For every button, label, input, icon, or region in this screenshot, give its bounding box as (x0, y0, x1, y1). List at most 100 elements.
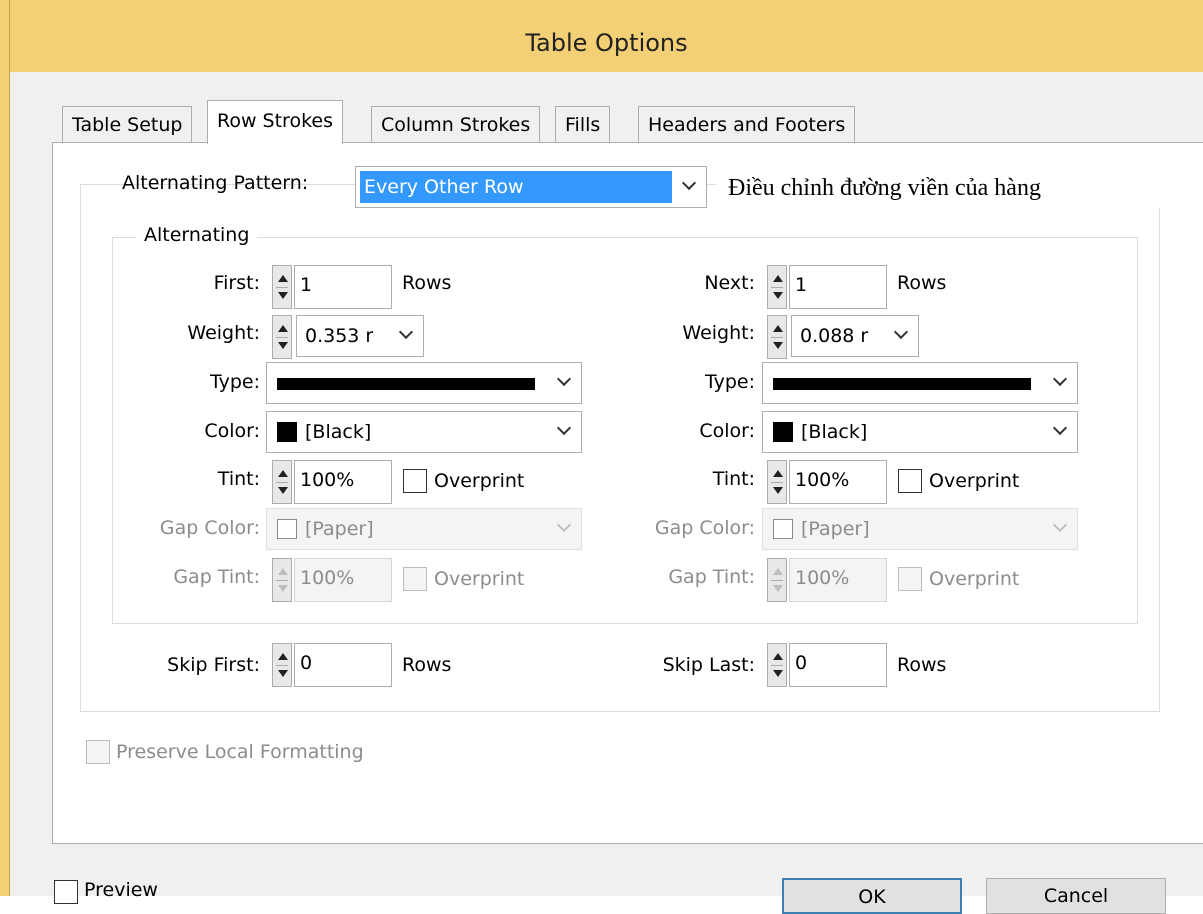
alternating-pattern-label: Alternating Pattern: (122, 172, 309, 194)
overprint-checkbox[interactable] (403, 469, 427, 493)
up-arrow-icon[interactable] (278, 275, 288, 282)
up-arrow-icon[interactable] (278, 653, 288, 660)
down-arrow-icon[interactable] (773, 292, 783, 299)
alternating-pattern-value: Every Other Row (360, 171, 672, 203)
gap-color-label: Gap Color: (159, 517, 260, 539)
up-arrow-icon[interactable] (773, 653, 783, 660)
skip-last-stepper[interactable] (767, 643, 787, 687)
down-arrow-icon[interactable] (773, 342, 783, 349)
gap-overprint-label-right: Overprint (929, 568, 1020, 590)
first-input[interactable]: 1 (294, 265, 392, 309)
down-arrow-icon[interactable] (278, 342, 288, 349)
gap-tint-stepper-right[interactable] (767, 558, 787, 602)
skip-first-input[interactable]: 0 (294, 643, 392, 687)
tab-headers-and-footers[interactable]: Headers and Footers (638, 106, 856, 142)
ok-button[interactable]: OK (782, 878, 962, 914)
alternating-pattern-select[interactable]: Every Other Row (355, 166, 707, 208)
up-arrow-icon[interactable] (773, 325, 783, 332)
chevron-down-icon (556, 371, 572, 387)
type-label: Type: (209, 371, 260, 393)
weight-stepper-right[interactable] (767, 315, 787, 359)
gap-color-value: [Paper] (305, 518, 374, 540)
type-select-right[interactable] (762, 362, 1078, 404)
weight-label-right: Weight: (682, 322, 755, 344)
up-arrow-icon (278, 568, 288, 575)
gap-tint-input-right[interactable]: 100% (789, 558, 887, 602)
chevron-down-icon (556, 517, 572, 533)
down-arrow-icon[interactable] (278, 487, 288, 494)
down-arrow-icon[interactable] (278, 670, 288, 677)
preserve-local-formatting-checkbox[interactable] (86, 740, 110, 764)
cancel-button[interactable]: Cancel (986, 878, 1166, 914)
tint-stepper[interactable] (272, 460, 292, 504)
down-arrow-icon (773, 585, 783, 592)
down-arrow-icon[interactable] (278, 292, 288, 299)
weight-combo[interactable]: 0.353 r (296, 315, 424, 357)
weight-value-right: 0.088 r (800, 325, 869, 347)
preview-checkbox[interactable] (54, 880, 78, 904)
next-rows-label: Rows (897, 272, 947, 294)
next-input[interactable]: 1 (789, 265, 887, 309)
color-select-right[interactable]: [Black] (762, 411, 1078, 453)
up-arrow-icon (773, 568, 783, 575)
gap-tint-input[interactable]: 100% (294, 558, 392, 602)
down-arrow-icon (278, 585, 288, 592)
window-title: Table Options (525, 29, 688, 57)
black-swatch (773, 422, 793, 442)
chevron-down-icon (556, 420, 572, 436)
color-select[interactable]: [Black] (266, 411, 582, 453)
chevron-down-icon (1052, 420, 1068, 436)
next-label: Next: (704, 272, 755, 294)
overprint-checkbox-right[interactable] (898, 469, 922, 493)
tint-label: Tint: (217, 468, 260, 490)
skip-first-stepper[interactable] (272, 643, 292, 687)
weight-combo-right[interactable]: 0.088 r (791, 315, 919, 357)
color-value-right: [Black] (801, 421, 868, 443)
tab-row-strokes[interactable]: Row Strokes (207, 100, 343, 144)
tint-stepper-right[interactable] (767, 460, 787, 504)
skip-last-label: Skip Last: (662, 654, 755, 676)
tab-column-strokes[interactable]: Column Strokes (371, 106, 541, 142)
skip-last-input[interactable]: 0 (789, 643, 887, 687)
tint-input-right[interactable]: 100% (789, 460, 887, 504)
type-label-right: Type: (704, 371, 755, 393)
color-label-right: Color: (699, 420, 755, 442)
gap-overprint-checkbox[interactable] (403, 567, 427, 591)
paper-swatch (773, 519, 793, 539)
weight-stepper[interactable] (272, 315, 292, 359)
up-arrow-icon[interactable] (278, 470, 288, 477)
first-rows-label: Rows (402, 272, 452, 294)
type-select[interactable] (266, 362, 582, 404)
gap-tint-label-right: Gap Tint: (668, 566, 755, 588)
chevron-down-icon (398, 324, 414, 340)
first-label: First: (213, 272, 260, 294)
tint-input[interactable]: 100% (294, 460, 392, 504)
up-arrow-icon[interactable] (773, 470, 783, 477)
alternating-group-title: Alternating (136, 224, 258, 246)
skip-last-rows-label: Rows (897, 654, 947, 676)
down-arrow-icon[interactable] (773, 670, 783, 677)
black-swatch (277, 422, 297, 442)
up-arrow-icon[interactable] (773, 275, 783, 282)
preview-label: Preview (84, 879, 158, 901)
paper-swatch (277, 519, 297, 539)
tab-fills[interactable]: Fills (555, 106, 611, 142)
skip-first-rows-label: Rows (402, 654, 452, 676)
stroke-type-swatch (773, 378, 1031, 390)
overprint-label-right: Overprint (929, 470, 1020, 492)
gap-tint-stepper[interactable] (272, 558, 292, 602)
up-arrow-icon[interactable] (278, 325, 288, 332)
gap-color-select[interactable]: [Paper] (266, 508, 582, 550)
tab-table-setup[interactable]: Table Setup (62, 106, 193, 142)
gap-color-select-right[interactable]: [Paper] (762, 508, 1078, 550)
chevron-down-icon (681, 175, 697, 191)
tint-label-right: Tint: (712, 468, 755, 490)
chevron-down-icon (1052, 517, 1068, 533)
gap-overprint-checkbox-right[interactable] (898, 567, 922, 591)
first-stepper[interactable] (272, 265, 292, 309)
next-stepper[interactable] (767, 265, 787, 309)
skip-first-label: Skip First: (167, 654, 260, 676)
gap-overprint-label: Overprint (434, 568, 525, 590)
down-arrow-icon[interactable] (773, 487, 783, 494)
gap-tint-label: Gap Tint: (173, 566, 260, 588)
